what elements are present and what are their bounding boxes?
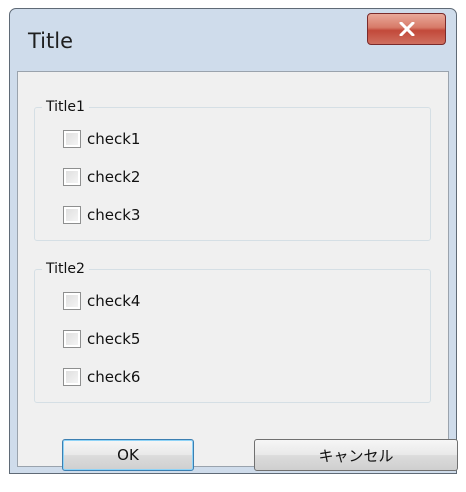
checkbox-icon[interactable]	[63, 292, 81, 310]
close-icon	[399, 22, 415, 36]
title-bar[interactable]: Title	[10, 9, 456, 71]
checkbox-row-check4[interactable]: check4	[63, 290, 140, 312]
group-box-title2: Title2 check4 check5 check6	[34, 260, 431, 403]
checkbox-icon[interactable]	[63, 330, 81, 348]
group-title: Title2	[42, 260, 89, 278]
group-box-title1: Title1 check1 check2 check3	[34, 98, 431, 241]
checkbox-icon[interactable]	[63, 368, 81, 386]
close-button[interactable]	[367, 13, 446, 45]
ok-button[interactable]: OK	[62, 439, 194, 471]
checkbox-row-check2[interactable]: check2	[63, 166, 140, 188]
cancel-button[interactable]: キャンセル	[254, 439, 458, 471]
group-title: Title1	[42, 98, 89, 116]
checkbox-icon[interactable]	[63, 130, 81, 148]
checkbox-row-check6[interactable]: check6	[63, 366, 140, 388]
checkbox-label[interactable]: check2	[87, 168, 140, 186]
checkbox-label[interactable]: check4	[87, 292, 140, 310]
checkbox-label[interactable]: check1	[87, 130, 140, 148]
checkbox-label[interactable]: check6	[87, 368, 140, 386]
window-title: Title	[28, 29, 74, 53]
checkbox-label[interactable]: check5	[87, 330, 140, 348]
dialog-window: Title Title1 check1 check2 check3 Title2…	[9, 8, 458, 474]
checkbox-icon[interactable]	[63, 168, 81, 186]
checkbox-label[interactable]: check3	[87, 206, 140, 224]
checkbox-row-check3[interactable]: check3	[63, 204, 140, 226]
checkbox-row-check5[interactable]: check5	[63, 328, 140, 350]
dialog-content: Title1 check1 check2 check3 Title2 check…	[17, 71, 458, 471]
checkbox-icon[interactable]	[63, 206, 81, 224]
checkbox-row-check1[interactable]: check1	[63, 128, 140, 150]
